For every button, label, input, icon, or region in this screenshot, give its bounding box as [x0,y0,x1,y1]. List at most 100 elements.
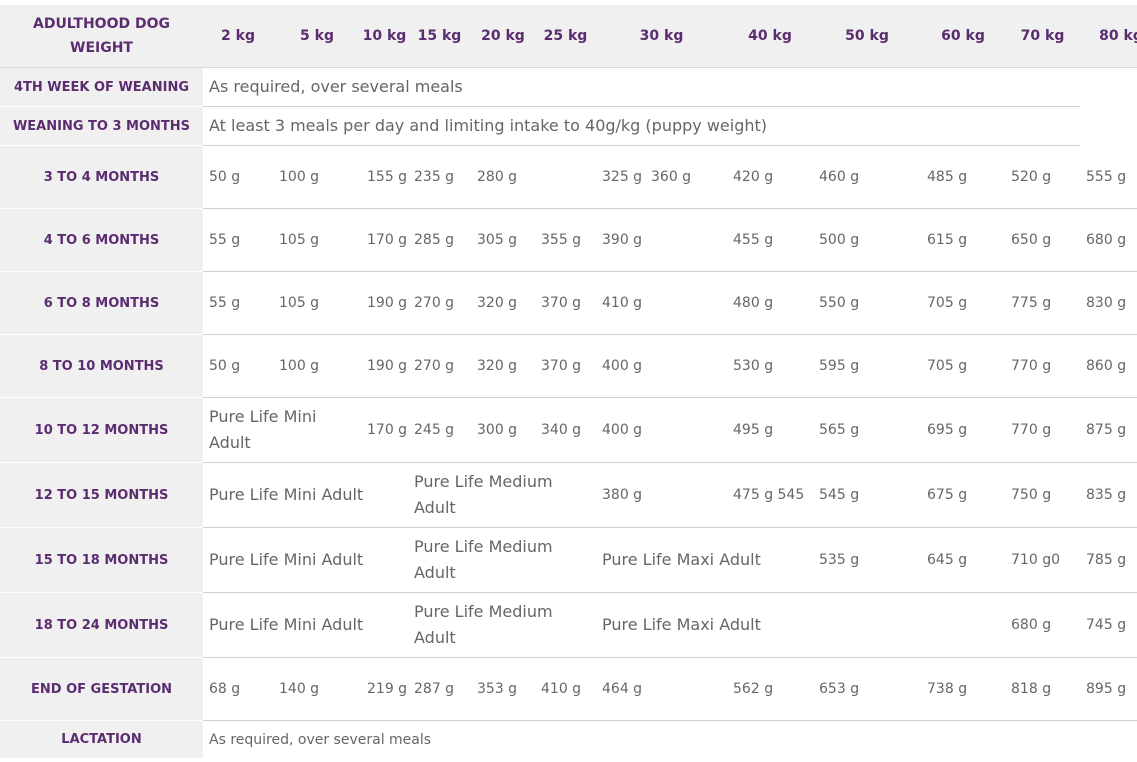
table-cell: 55 g [203,208,273,272]
table-cell: Pure Life Medium Adult [408,592,596,658]
table-cell: 875 g [1080,397,1137,463]
table-cell: 170 g [361,397,408,463]
table-cell: 50 g [203,334,273,398]
table-cell: 55 g [203,271,273,335]
row-label: 15 TO 18 MONTHS [0,527,203,593]
table-cell: 565 g [813,397,922,463]
table-cell: 410 g [596,271,728,335]
table-cell: 500 g [813,208,922,272]
row-label: END OF GESTATION [0,657,203,721]
table-cell: 390 g [596,208,728,272]
table-cell: 860 g [1080,334,1137,398]
table-cell: 530 g [727,334,814,398]
table-cell: 750 g [1005,462,1081,528]
table-cell: 300 g [471,397,535,463]
table-row: END OF GESTATION 68 g 140 g 219 g 287 g 353 g… [0,657,1137,721]
table-row: 8 TO 10 MONTHS 50 g 100 g 190 g 270 g 320 g 37… [0,334,1137,398]
table-cell: 738 g [921,657,1006,721]
table-cell: 520 g [1005,145,1081,209]
row-label: 4 TO 6 MONTHS [0,208,203,272]
table-cell: 270 g [408,271,471,335]
table-cell: 895 g [1080,657,1137,721]
header-weight: 80 kg [1080,5,1137,68]
table-cell: Pure Life Medium Adult [408,527,596,593]
table-cell: As required, over several meals [203,720,1081,759]
row-label: LACTATION [0,720,203,759]
row-label: 18 TO 24 MONTHS [0,592,203,658]
table-cell: Pure Life Mini Adult [203,462,408,528]
table-cell: 305 g [471,208,535,272]
row-label: 12 TO 15 MONTHS [0,462,203,528]
table-cell: 653 g [813,657,922,721]
header-weight: 70 kg [1005,5,1081,68]
table-cell: Pure Life Mini Adult [203,592,408,658]
table-cell: 50 g [203,145,273,209]
feeding-table-container: ADULTHOOD DOG WEIGHT 2 kg 5 kg 10 kg 15 … [0,5,1137,759]
table-cell [921,592,1006,658]
table-cell: 155 g [361,145,408,209]
table-cell: 400 g [596,397,728,463]
row-label: 6 TO 8 MONTHS [0,271,203,335]
table-cell: 705 g [921,334,1006,398]
table-row: 6 TO 8 MONTHS 55 g 105 g 190 g 270 g 320 g 370… [0,271,1137,335]
table-cell: Pure Life Medium Adult [408,462,596,528]
table-cell: 495 g [727,397,814,463]
table-cell: Pure Life Maxi Adult [596,527,814,593]
table-cell [535,145,596,209]
table-cell: 287 g [408,657,471,721]
table-cell: 140 g [273,657,361,721]
row-label: 8 TO 10 MONTHS [0,334,203,398]
table-cell: 400 g [596,334,728,398]
table-cell: 555 g [1080,145,1137,209]
header-weight: 40 kg [727,5,814,68]
table-cell: 480 g [727,271,814,335]
table-cell: 535 g [813,527,922,593]
table-cell: 615 g [921,208,1006,272]
header-weight: 50 kg [813,5,922,68]
table-cell: 170 g [361,208,408,272]
row-label: WEANING TO 3 MONTHS [0,106,203,146]
table-cell [813,592,922,658]
table-cell: 100 g [273,334,361,398]
table-row: LACTATION As required, over several meals [0,720,1137,759]
table-cell: 370 g [535,271,596,335]
table-cell: 105 g [273,271,361,335]
table-cell: 280 g [471,145,535,209]
table-cell: 420 g [727,145,814,209]
table-cell: 770 g [1005,397,1081,463]
table-cell: 818 g [1005,657,1081,721]
table-cell: 695 g [921,397,1006,463]
header-weight: 2 kg [203,5,273,68]
table-cell: 68 g [203,657,273,721]
header-weight: 30 kg [596,5,728,68]
table-cell: 485 g [921,145,1006,209]
table-cell: 562 g [727,657,814,721]
table-cell: 650 g [1005,208,1081,272]
table-body: 4TH WEEK OF WEANING As required, over sev… [0,67,1137,759]
header-weight: 25 kg [535,5,596,68]
table-cell: 770 g [1005,334,1081,398]
table-cell: Pure Life Mini Adult [203,527,408,593]
table-cell: As required, over several meals [203,67,1081,107]
table-cell: 745 g [1080,592,1137,658]
table-cell: 705 g [921,271,1006,335]
row-label: 3 TO 4 MONTHS [0,145,203,209]
table-cell: 775 g [1005,271,1081,335]
table-cell: 380 g [596,462,728,528]
table-cell: 320 g [471,271,535,335]
feeding-table: ADULTHOOD DOG WEIGHT 2 kg 5 kg 10 kg 15 … [0,5,1137,759]
table-cell: Pure Life Maxi Adult [596,592,814,658]
row-label: 10 TO 12 MONTHS [0,397,203,463]
table-row: 18 TO 24 MONTHS Pure Life Mini Adult Pure … [0,592,1137,658]
table-cell: 680 g [1005,592,1081,658]
table-cell: 785 g [1080,527,1137,593]
table-cell: 355 g [535,208,596,272]
table-cell: 219 g [361,657,408,721]
table-cell: 190 g [361,334,408,398]
header-weight: 15 kg [408,5,471,68]
table-cell: 100 g [273,145,361,209]
table-cell: 370 g [535,334,596,398]
table-cell: 235 g [408,145,471,209]
table-row: 15 TO 18 MONTHS Pure Life Mini Adult Pure … [0,527,1137,593]
table-cell: 595 g [813,334,922,398]
